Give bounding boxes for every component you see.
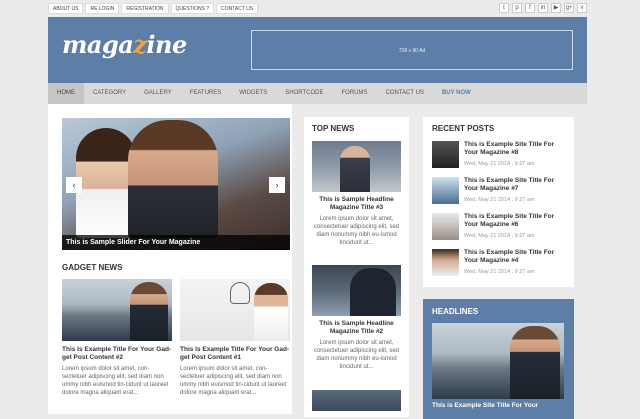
googleplus-icon[interactable]: g+ xyxy=(564,3,574,13)
nav-gallery[interactable]: GALLERY xyxy=(135,83,181,104)
recent-post-title-4[interactable]: This is Example Site Title For Your Maga… xyxy=(464,249,564,265)
headlines-person-figure xyxy=(510,326,560,399)
slider-next-icon[interactable]: › xyxy=(269,177,285,193)
toplink-relogin[interactable]: RE LOGIN xyxy=(85,3,120,14)
slider-caption[interactable]: This is Sample Slider For Your Magazine xyxy=(62,235,290,250)
gadget-post-title-2[interactable]: This Is Example Title For Your Gad-get P… xyxy=(62,346,174,362)
logo-text-start: maga xyxy=(62,30,134,59)
nav-shortcode[interactable]: SHORTCODE xyxy=(276,83,332,104)
slider-prev-icon[interactable]: ‹ xyxy=(66,177,82,193)
recent-post-date-7: Wed, May 21 2014 , 9:27 am xyxy=(464,197,535,203)
slider-man-figure xyxy=(128,120,218,238)
recent-post-date-6: Wed, May 21 2014 , 9:27 am xyxy=(464,233,535,239)
slider-woman-figure xyxy=(76,128,136,238)
recent-posts-title: RECENT POSTS xyxy=(432,124,495,133)
toplink-registration[interactable]: REGISTRATION xyxy=(121,3,169,14)
nav-forums[interactable]: FORUMS xyxy=(333,83,377,104)
nav-category[interactable]: CATEGORY xyxy=(84,83,135,104)
gadget-post-excerpt-1: Lorem ipsum dolor sit amet, con-sectetue… xyxy=(180,366,287,396)
social-icons: t p f in ▶ g+ v xyxy=(499,3,587,13)
top-news-post-excerpt-3: Lorem ipsum dolor sit amet, consectetuer… xyxy=(313,216,400,246)
headlines-post-title[interactable]: This is Example Site Title For Your xyxy=(432,402,572,410)
nav-buy-now[interactable]: BUY NOW xyxy=(433,83,480,104)
gadget-post-excerpt-2: Lorem ipsum dolor sit amet, con-sectetue… xyxy=(62,366,169,396)
pinterest-icon[interactable]: p xyxy=(512,3,522,13)
toplink-questions[interactable]: QUESTIONS ? xyxy=(170,3,215,14)
gadget-post-title-1[interactable]: This Is Example Title For Your Gad-get P… xyxy=(180,346,292,362)
recent-thumb-4[interactable] xyxy=(432,249,459,276)
toplink-contact[interactable]: CONTACT US xyxy=(216,3,259,14)
recent-post-title-8[interactable]: This is Example Site Title For Your Maga… xyxy=(464,141,564,157)
gadget-news-title: GADGET NEWS xyxy=(62,263,123,272)
toplink-about[interactable]: ABOUT US xyxy=(48,3,84,14)
recent-post-title-7[interactable]: This is Example Site Title For Your Maga… xyxy=(464,177,564,193)
facebook-icon[interactable]: f xyxy=(525,3,535,13)
nav-widgets[interactable]: WIDGETS xyxy=(230,83,276,104)
nav-home[interactable]: HOME xyxy=(48,83,84,104)
top-news-post-title-2[interactable]: This is Sample Headline Magazine Title #… xyxy=(312,320,401,336)
recent-post-date-4: Wed, May 21 2014 , 9:27 am xyxy=(464,269,535,275)
top-links: ABOUT US RE LOGIN REGISTRATION QUESTIONS… xyxy=(48,3,259,14)
twitter-icon[interactable]: t xyxy=(499,3,509,13)
recent-post-title-6[interactable]: This is Example Site Title For Your Maga… xyxy=(464,213,564,229)
recent-thumb-8[interactable] xyxy=(432,141,459,168)
top-news-post-title-3[interactable]: This is Sample Headline Magazine Title #… xyxy=(312,196,401,212)
gadget-person-figure-2 xyxy=(254,283,288,341)
top-news-post-excerpt-2: Lorem ipsum dolor sit amet, consectetuer… xyxy=(313,340,400,370)
youtube-icon[interactable]: ▶ xyxy=(551,3,561,13)
gadget-person-figure xyxy=(130,282,168,341)
lightbulb-drawing xyxy=(230,282,250,304)
logo-text-end: ine xyxy=(146,30,187,59)
site-logo[interactable]: magazine xyxy=(62,30,187,59)
recent-thumb-6[interactable] xyxy=(432,213,459,240)
main-nav: HOME CATEGORY GALLERY FEATURES WIDGETS S… xyxy=(48,83,587,104)
top-news-man-figure xyxy=(340,146,370,192)
headlines-title: HEADLINES xyxy=(432,307,479,316)
logo-text-accent: z xyxy=(133,30,147,59)
top-news-title: TOP NEWS xyxy=(312,124,355,133)
top-news-image-next[interactable] xyxy=(312,390,401,411)
recent-thumb-7[interactable] xyxy=(432,177,459,204)
header-ad-banner[interactable]: 728 x 90 Ad xyxy=(251,30,573,70)
nav-contact[interactable]: CONTACT US xyxy=(377,83,433,104)
vimeo-icon[interactable]: v xyxy=(577,3,587,13)
recent-post-date-8: Wed, May 21 2014 , 9:27 am xyxy=(464,161,535,167)
linkedin-icon[interactable]: in xyxy=(538,3,548,13)
nav-features[interactable]: FEATURES xyxy=(181,83,231,104)
top-news-man-figure-2 xyxy=(350,268,396,316)
